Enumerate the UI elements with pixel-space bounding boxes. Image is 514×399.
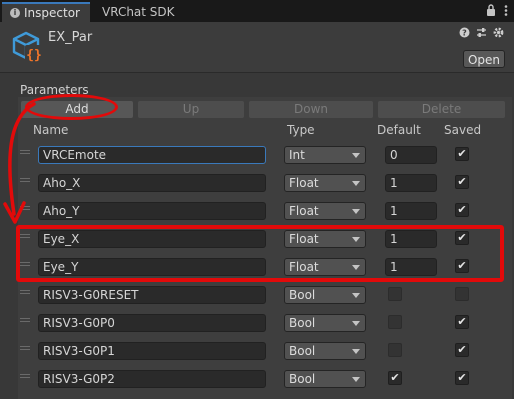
annotation-arrow: [3, 102, 36, 224]
